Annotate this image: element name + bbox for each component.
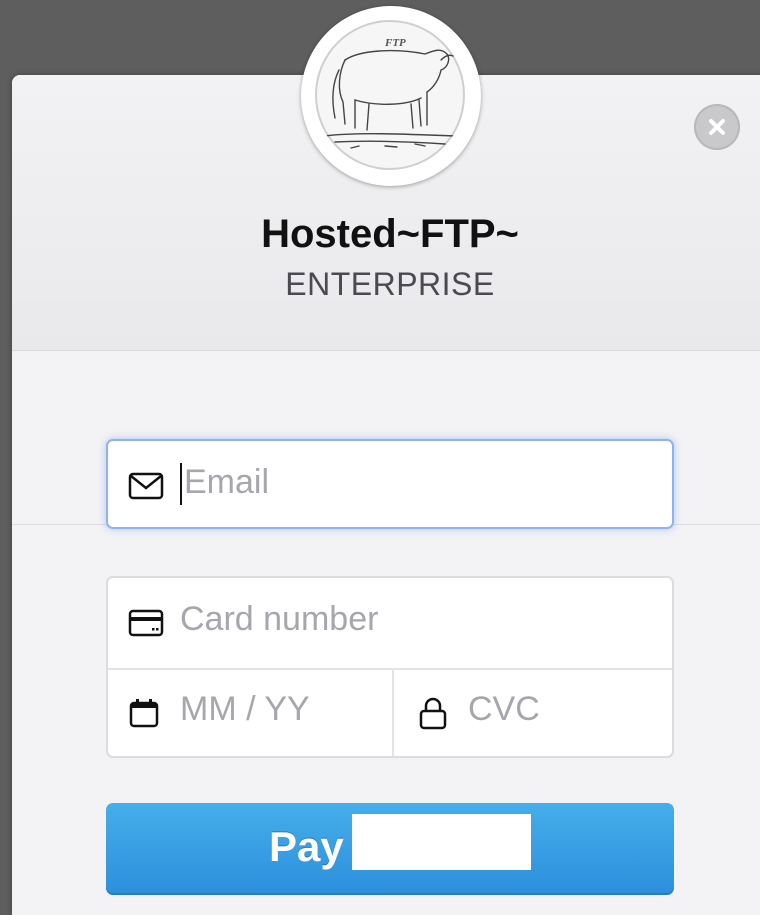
pay-button-label: Pay — [269, 823, 344, 870]
credit-card-icon — [128, 609, 164, 637]
store-name: Hosted~FTP~ — [261, 212, 519, 256]
text-cursor — [180, 463, 182, 505]
close-button[interactable] — [694, 104, 740, 150]
store-logo: FTP — [301, 6, 481, 186]
store-plan: ENTERPRISE — [285, 266, 495, 302]
email-placeholder: Email — [184, 463, 270, 501]
cvc-field[interactable]: CVC — [394, 668, 672, 756]
expiry-field[interactable]: MM / YY — [108, 668, 394, 756]
card-details-group: Card number MM / YY CVC — [106, 576, 674, 758]
cvc-placeholder: CVC — [468, 690, 540, 728]
cow-logo-image: FTP — [315, 20, 465, 170]
logo-text: FTP — [384, 37, 406, 49]
email-field[interactable]: Email — [106, 439, 674, 529]
close-icon — [709, 119, 725, 135]
calendar-icon — [129, 699, 159, 728]
redacted-amount — [352, 814, 531, 870]
expiry-placeholder: MM / YY — [180, 690, 310, 728]
card-number-placeholder: Card number — [180, 600, 379, 638]
envelope-icon — [128, 472, 164, 500]
pay-button[interactable]: Pay — [106, 803, 674, 895]
card-number-field[interactable]: Card number — [108, 578, 672, 670]
lock-icon — [419, 697, 447, 730]
